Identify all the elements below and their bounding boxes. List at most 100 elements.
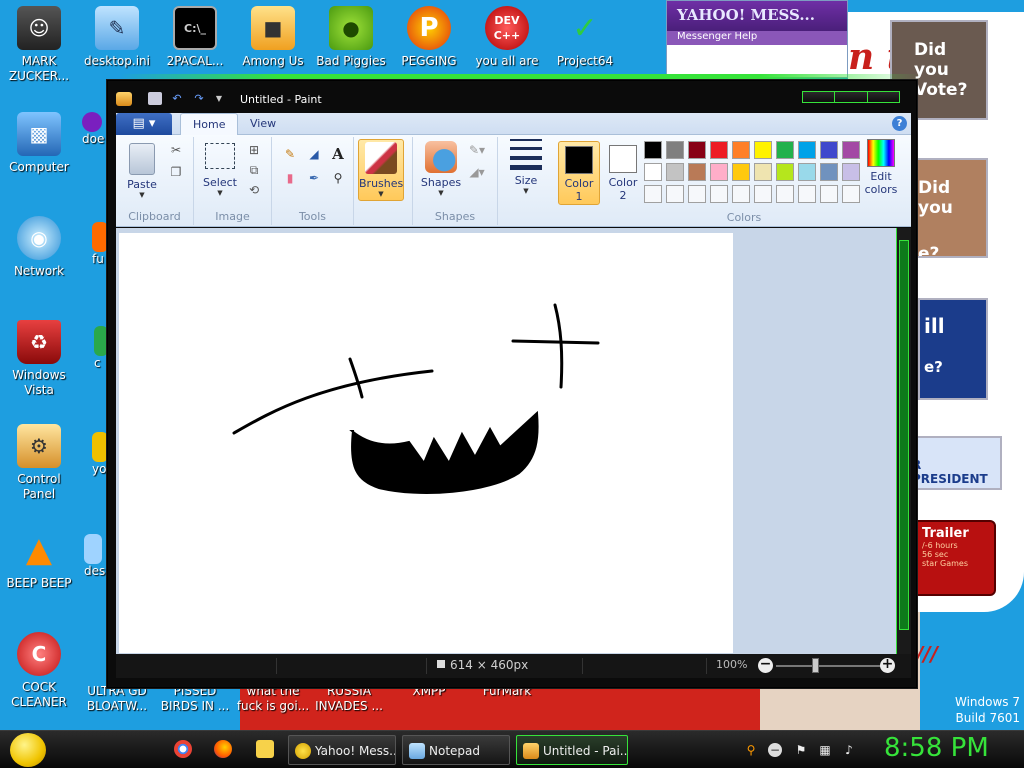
desktop-icon-project64[interactable]: ✓ Project64 [546, 6, 624, 69]
desktop-icon-desktop-ini[interactable]: ✎ desktop.ini [78, 6, 156, 69]
firefox-icon[interactable] [214, 740, 232, 758]
desktop-icon-pegging[interactable]: P PEGGING [390, 6, 468, 69]
palette-custom-swatch[interactable] [798, 185, 816, 203]
tab-view[interactable]: View [238, 113, 288, 135]
outline-icon[interactable]: ✎▾ [467, 141, 487, 159]
desktop-icon-recycle-bin[interactable]: ♻ Windows Vista [0, 320, 78, 398]
palette-swatch[interactable] [710, 163, 728, 181]
paint-window[interactable]: ↶ ↷ ▼ Untitled - Paint ▤ ▾ Home View ? P… [107, 80, 917, 688]
brushes-button[interactable]: Brushes ▼ [358, 139, 404, 201]
redo-icon[interactable]: ↷ [192, 92, 206, 105]
color2-button[interactable]: Color 2 [602, 141, 644, 205]
taskbar-clock[interactable]: 8:58 PM [884, 733, 989, 763]
task-notepad[interactable]: Notepad [402, 735, 510, 765]
paint-titlebar[interactable]: ↶ ↷ ▼ Untitled - Paint [108, 81, 916, 115]
desktop-icon-ultra-gd[interactable]: ULTRA GD BLOATW... [78, 684, 156, 714]
resize-icon[interactable]: ⧉ [244, 161, 264, 179]
task-yahoo-messenger[interactable]: Yahoo! Mess... [288, 735, 396, 765]
palette-swatch[interactable] [820, 141, 838, 159]
palette-swatch[interactable] [710, 141, 728, 159]
palette-custom-swatch[interactable] [732, 185, 750, 203]
palette-custom-swatch[interactable] [820, 185, 838, 203]
desktop-icon-bad-piggies[interactable]: ● Bad Piggies [312, 6, 390, 69]
chrome-icon[interactable] [174, 740, 192, 758]
palette-swatch[interactable] [754, 141, 772, 159]
network-tray-icon[interactable]: ▦ [818, 743, 832, 757]
close-button[interactable] [867, 92, 899, 102]
drawing-canvas[interactable] [119, 233, 733, 653]
desktop-icon-ccleaner[interactable]: C COCK CLEANER [0, 632, 78, 710]
palette-swatch[interactable] [776, 163, 794, 181]
zoom-in-button[interactable]: + [880, 657, 895, 673]
vertical-scrollbar-thumb[interactable] [899, 240, 909, 630]
ad-face-vote[interactable]: Did you e? [912, 158, 988, 258]
fill-icon[interactable]: ◢▾ [467, 163, 487, 181]
desktop-icon-devcpp[interactable]: DEV C++ you all are [468, 6, 546, 69]
shapes-button[interactable]: Shapes ▼ [419, 141, 463, 197]
cut-icon[interactable]: ✂ [166, 141, 186, 159]
desktop-icon-among-us[interactable]: ■ Among Us [234, 6, 312, 69]
volume-icon[interactable]: ♪ [842, 743, 856, 757]
zoom-slider-thumb[interactable] [812, 658, 819, 673]
palette-swatch[interactable] [666, 141, 684, 159]
palette-custom-swatch[interactable] [754, 185, 772, 203]
palette-swatch[interactable] [688, 141, 706, 159]
rotate-icon[interactable]: ⟲ [244, 181, 264, 199]
palette-custom-swatch[interactable] [666, 185, 684, 203]
palette-custom-swatch[interactable] [776, 185, 794, 203]
task-paint[interactable]: Untitled - Pai... [516, 735, 628, 765]
paste-button[interactable]: Paste ▼ [122, 143, 162, 199]
desktop-icon-russia[interactable]: RUSSIA INVADES ... [310, 684, 388, 714]
vertical-scrollbar[interactable] [896, 228, 911, 654]
palette-swatch[interactable] [842, 163, 860, 181]
desktop-icon-mark-zucker[interactable]: ☺ MARK ZUCKER... [0, 6, 78, 84]
pencil-icon[interactable]: ✎ [280, 145, 300, 163]
palette-custom-swatch[interactable] [842, 185, 860, 203]
palette-swatch[interactable] [732, 163, 750, 181]
paint-app-icon[interactable] [116, 92, 132, 106]
undo-icon[interactable]: ↶ [170, 92, 184, 105]
palette-swatch[interactable] [644, 141, 662, 159]
magnifier-icon[interactable]: ⚲ [328, 169, 348, 187]
palette-custom-swatch[interactable] [644, 185, 662, 203]
desktop-icon-2pacal[interactable]: C:\_ 2PACAL... [156, 6, 234, 69]
fill-bucket-icon[interactable]: ◢ [304, 145, 324, 163]
desktop-icon-beep-beep[interactable]: ▲ BEEP BEEP [0, 528, 78, 591]
palette-swatch[interactable] [820, 163, 838, 181]
desktop-icon-control-panel[interactable]: ⚙ Control Panel [0, 424, 78, 502]
save-icon[interactable] [148, 92, 162, 105]
color-picker-icon[interactable]: ✒ [304, 169, 324, 187]
search-icon[interactable]: ⚲ [744, 743, 758, 757]
color1-button[interactable]: Color 1 [558, 141, 600, 205]
palette-swatch[interactable] [688, 163, 706, 181]
start-button[interactable] [10, 733, 46, 767]
palette-swatch[interactable] [732, 141, 750, 159]
minimize-button[interactable] [803, 92, 836, 102]
palette-swatch[interactable] [754, 163, 772, 181]
palette-custom-swatch[interactable] [688, 185, 706, 203]
size-button[interactable]: Size ▼ [504, 139, 548, 195]
select-button[interactable]: Select ▼ [200, 143, 240, 197]
file-menu-button[interactable]: ▤ ▾ [116, 113, 172, 135]
messenger-tray-icon[interactable]: − [768, 743, 782, 757]
palette-swatch[interactable] [666, 163, 684, 181]
desktop-icon-pissed-birds[interactable]: PISSED BIRDS IN ... [156, 684, 234, 714]
palette-swatch[interactable] [644, 163, 662, 181]
crop-icon[interactable]: ⊞ [244, 141, 264, 159]
text-tool-icon[interactable]: A [328, 145, 348, 163]
zoom-slider-track[interactable] [776, 665, 886, 667]
canvas-scroll-area[interactable] [116, 228, 896, 654]
palette-swatch[interactable] [798, 163, 816, 181]
edit-colors-button[interactable]: Edit colors [860, 139, 902, 196]
eraser-icon[interactable]: ▮ [280, 169, 300, 187]
desktop-icon-what-the[interactable]: what the fuck is goi... [234, 684, 312, 714]
palette-swatch[interactable] [842, 141, 860, 159]
tab-home[interactable]: Home [180, 113, 239, 136]
palette-swatch[interactable] [776, 141, 794, 159]
yahoo-menu[interactable]: Messenger Help [667, 31, 847, 45]
palette-custom-swatch[interactable] [710, 185, 728, 203]
desktop-icon-computer[interactable]: ▩ Computer [0, 112, 78, 175]
customize-quick-access-icon[interactable]: ▼ [212, 92, 226, 105]
help-icon[interactable]: ? [892, 116, 907, 131]
ad-will[interactable]: ill e? [918, 298, 988, 400]
